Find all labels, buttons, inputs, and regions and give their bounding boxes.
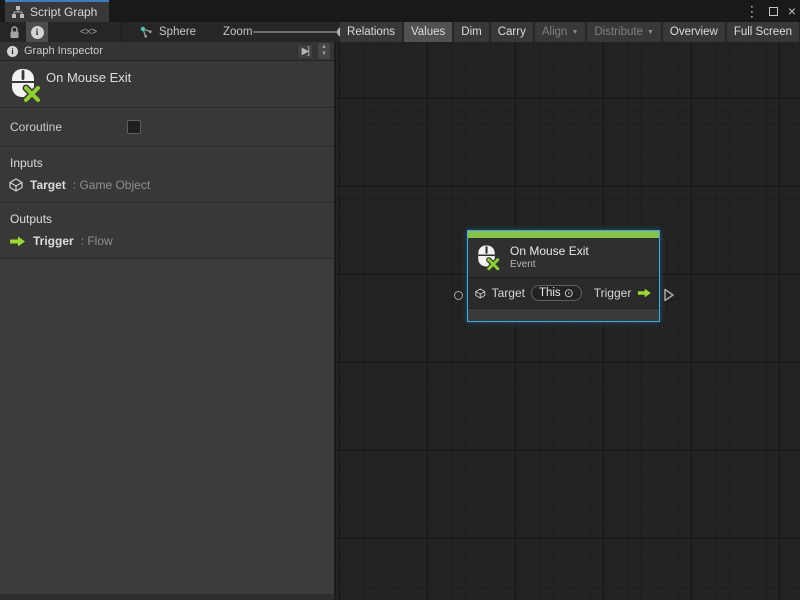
dock-panel-icon[interactable]: ▶] — [298, 45, 312, 58]
window-close-icon[interactable]: × — [788, 0, 796, 22]
values-button[interactable]: Values — [404, 22, 452, 42]
toolbar-button-group: Relations Values Dim Carry Align ▼ Distr… — [340, 22, 799, 42]
graph-toolbar: i <×> Sphere Zoom 1x Relations Values — [0, 22, 800, 42]
stepper-up-icon[interactable]: ▲ — [321, 44, 327, 51]
output-port-name: Trigger — [33, 234, 74, 248]
target-object-picker[interactable]: This ⊙ — [531, 285, 582, 301]
graph-inspector-panel: i Graph Inspector ▶] ▲ ▼ On Mouse Exit — [0, 42, 335, 600]
flow-arrow-icon — [637, 287, 652, 299]
graph-object-name[interactable]: Sphere — [159, 22, 196, 42]
game-object-cube-icon — [9, 178, 23, 192]
graph-inspector-title: Graph Inspector — [24, 45, 292, 57]
target-object-value: This — [539, 287, 561, 299]
event-summary-section: On Mouse Exit — [0, 61, 334, 108]
node-footer — [468, 308, 659, 321]
chevron-down-icon: ▼ — [647, 29, 654, 36]
inputs-header: Inputs — [10, 156, 43, 170]
code-brackets-icon: <×> — [80, 26, 96, 38]
graph-object-icon — [138, 22, 154, 42]
tab-label: Script Graph — [30, 5, 97, 19]
chevron-down-icon: ▼ — [571, 29, 578, 36]
carry-button[interactable]: Carry — [491, 22, 533, 42]
input-port-type: : Game Object — [73, 178, 150, 192]
graph-hierarchy-icon — [11, 5, 25, 19]
coroutine-label: Coroutine — [10, 120, 62, 134]
mouse-exit-icon — [9, 67, 41, 103]
node-title: On Mouse Exit — [510, 244, 589, 259]
node-titles: On Mouse Exit Event — [510, 244, 589, 271]
graph-inspector-header: i Graph Inspector ▶] ▲ ▼ — [0, 42, 334, 61]
window-menu-icon[interactable]: ⋮ — [745, 0, 759, 22]
event-title: On Mouse Exit — [46, 70, 131, 85]
dim-button[interactable]: Dim — [454, 22, 488, 42]
zoom-label: Zoom — [223, 22, 252, 42]
node-input-port[interactable] — [454, 291, 463, 300]
toolbar-separator — [121, 22, 122, 42]
coroutine-section: Coroutine — [0, 109, 334, 147]
flow-arrow-icon — [9, 236, 26, 247]
stepper-down-icon[interactable]: ▼ — [321, 51, 327, 58]
node-port-row: Target This ⊙ Trigger — [468, 277, 659, 308]
input-port-row: Target : Game Object — [9, 178, 150, 192]
output-port-row: Trigger : Flow — [9, 234, 113, 248]
window-maximize-icon[interactable] — [769, 7, 778, 16]
game-object-cube-icon — [475, 287, 486, 300]
node-subtitle: Event — [510, 259, 589, 271]
relations-button[interactable]: Relations — [340, 22, 402, 42]
tab-bar: Script Graph ⋮ × — [0, 0, 800, 22]
zoom-slider[interactable] — [253, 31, 343, 33]
align-dropdown-button[interactable]: Align ▼ — [535, 22, 586, 42]
target-port-label: Target — [492, 286, 525, 300]
distribute-dropdown-button[interactable]: Distribute ▼ — [587, 22, 661, 42]
event-color-bar — [468, 231, 659, 238]
object-picker-icon[interactable]: ⊙ — [564, 287, 574, 299]
info-icon: i — [7, 46, 18, 57]
window-controls: ⋮ × — [745, 0, 796, 22]
node-header[interactable]: On Mouse Exit Event — [468, 238, 659, 277]
outputs-header: Outputs — [10, 212, 52, 226]
info-icon: i — [31, 26, 44, 39]
trigger-port-label: Trigger — [594, 286, 632, 300]
panel-width-stepper[interactable]: ▲ ▼ — [318, 43, 330, 59]
full-screen-button[interactable]: Full Screen — [727, 22, 799, 42]
outputs-section: Outputs Trigger : Flow — [0, 204, 334, 259]
coroutine-checkbox[interactable] — [127, 120, 141, 134]
output-port-type: : Flow — [81, 234, 113, 248]
overview-button[interactable]: Overview — [663, 22, 725, 42]
input-port-name: Target — [30, 178, 66, 192]
node-output-port[interactable] — [663, 288, 675, 302]
script-graph-window: Script Graph ⋮ × i <×> — [0, 0, 800, 600]
lock-icon[interactable] — [5, 22, 23, 42]
graph-inspector-toggle-button[interactable]: i — [26, 22, 48, 42]
inputs-section: Inputs Target : Game Object — [0, 148, 334, 203]
on-mouse-exit-node[interactable]: On Mouse Exit Event Target This ⊙ Trigge… — [467, 230, 660, 322]
variables-toggle-button[interactable]: <×> — [72, 22, 104, 42]
graph-canvas[interactable]: On Mouse Exit Event Target This ⊙ Trigge… — [336, 42, 800, 600]
mouse-exit-icon — [476, 244, 500, 271]
tab-script-graph[interactable]: Script Graph — [5, 0, 109, 22]
